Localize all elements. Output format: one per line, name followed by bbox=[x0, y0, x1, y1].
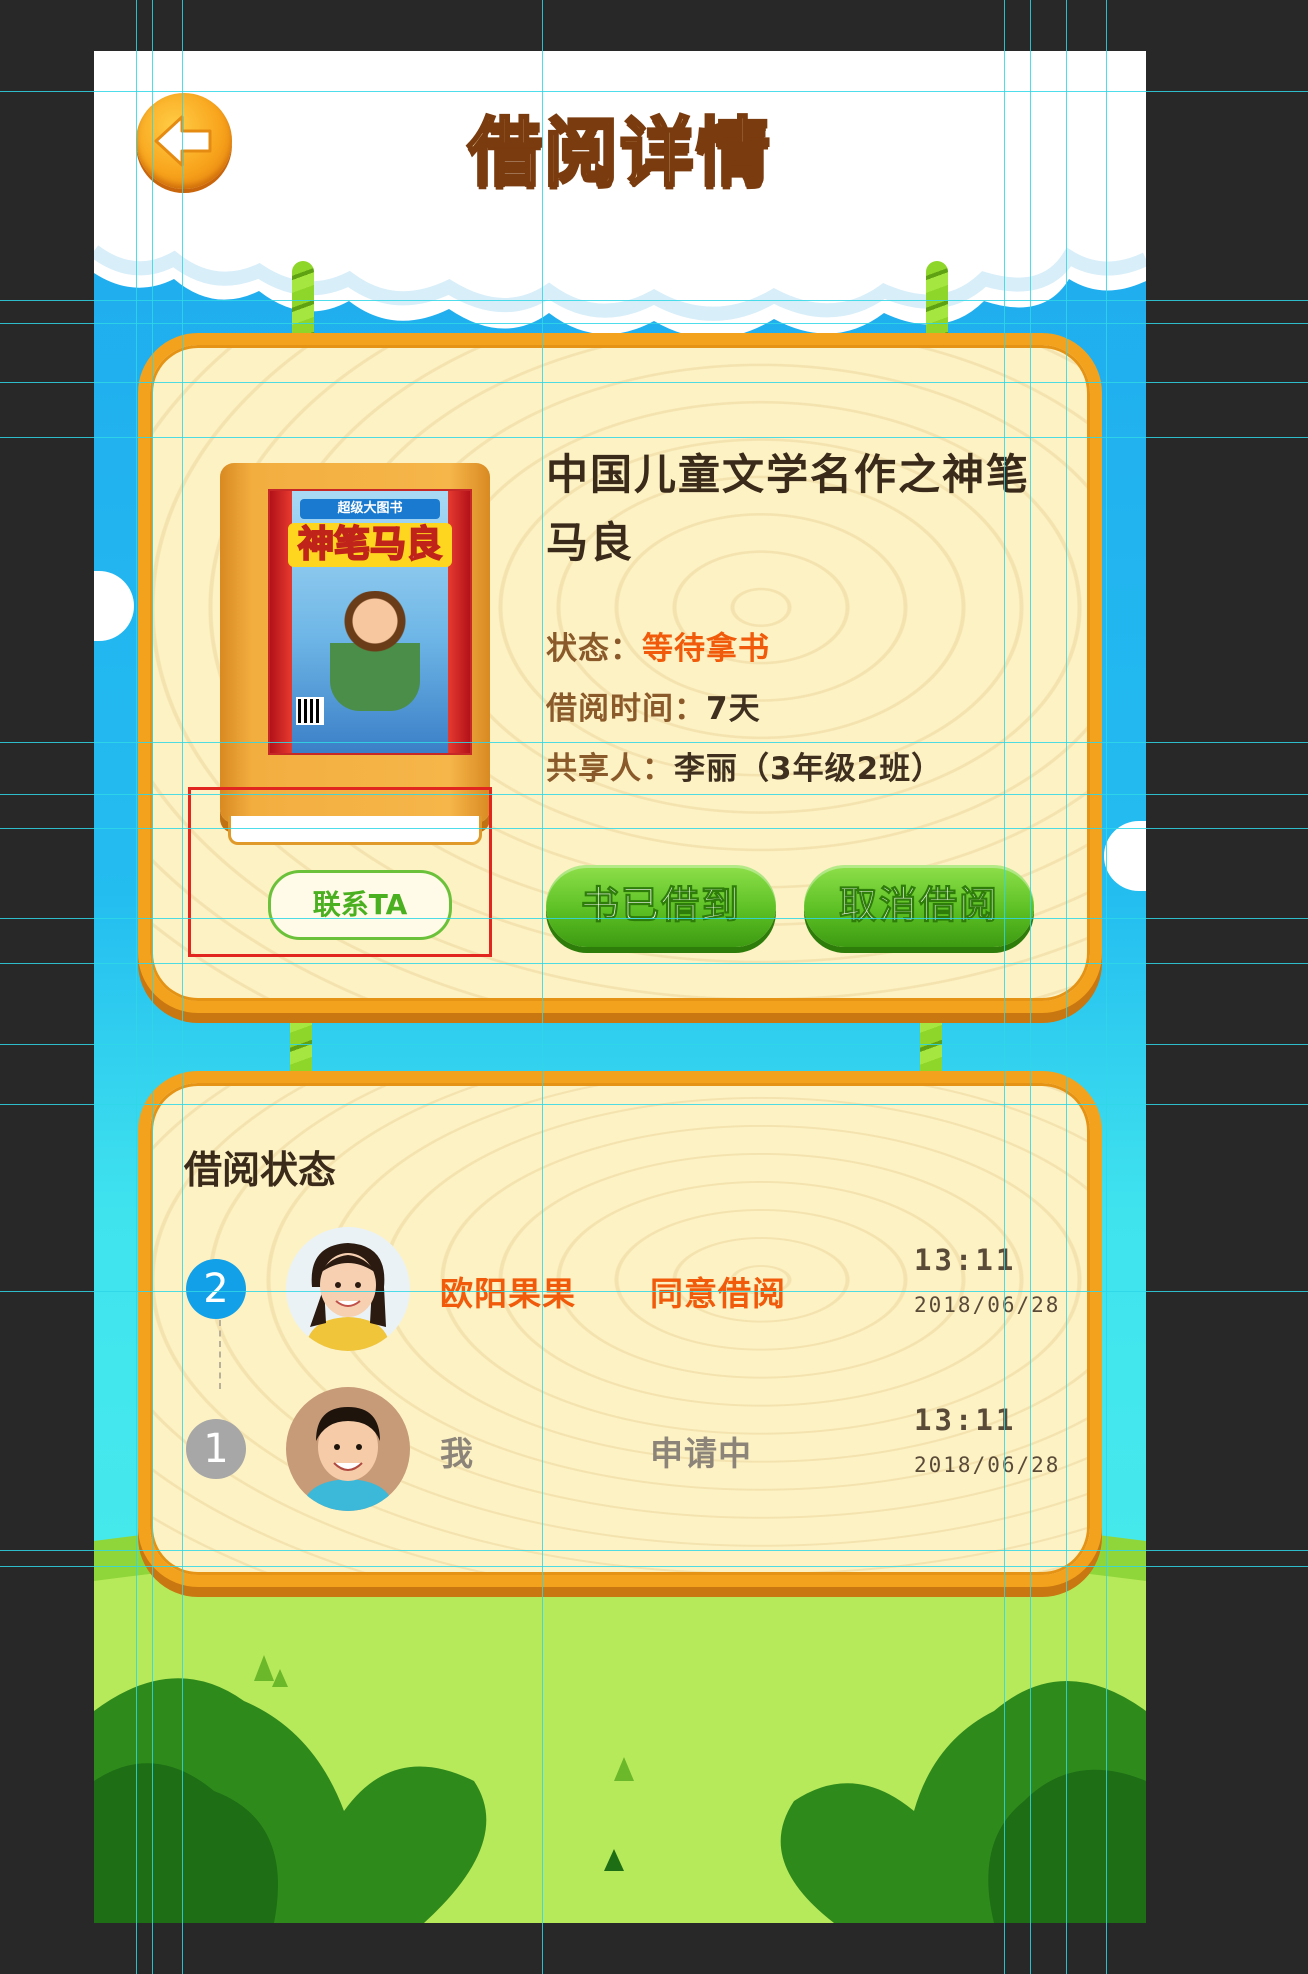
sharer-row: 共享人：李丽（3年级2班） bbox=[546, 743, 943, 788]
selection-highlight-box bbox=[188, 787, 492, 957]
status-record: 2 欧阳果果 同意借阅 13:11 2018/06/28 bbox=[150, 1223, 1090, 1353]
avatar bbox=[286, 1227, 410, 1351]
status-label: 状态： bbox=[546, 631, 642, 667]
cover-title: 神笔马良 bbox=[288, 523, 452, 567]
left-cloud bbox=[94, 571, 134, 641]
borrow-time-label: 借阅时间： bbox=[546, 691, 706, 727]
borrow-status-card: 借阅状态 2 欧阳果果 同意借阅 13:11 2018/06/28 1 我 申请… bbox=[138, 1071, 1102, 1587]
status-record: 1 我 申请中 13:11 2018/06/28 bbox=[150, 1383, 1090, 1513]
record-status: 同意借阅 bbox=[650, 1274, 786, 1313]
book-title: 中国儿童文学名作之神笔马良 bbox=[546, 450, 1031, 567]
phone-screen: 借阅详情 超级大图书 神笔马良 中国儿童文学名作之神笔马良 状态：等待拿书 借阅… bbox=[94, 51, 1146, 1923]
record-name: 我 bbox=[440, 1434, 474, 1473]
cover-series-label: 超级大图书 bbox=[300, 499, 440, 519]
record-date: 2018/06/28 bbox=[914, 1293, 1061, 1317]
page-title: 借阅详情 bbox=[467, 109, 772, 198]
record-status: 申请中 bbox=[650, 1434, 752, 1473]
book-cover-image: 超级大图书 神笔马良 bbox=[268, 489, 472, 755]
sharer-label: 共享人： bbox=[546, 751, 674, 787]
cover-illustration bbox=[330, 591, 420, 711]
qr-code-icon bbox=[296, 697, 324, 725]
step-badge: 2 bbox=[186, 1259, 246, 1319]
book-cover-frame: 超级大图书 神笔马良 bbox=[220, 463, 490, 845]
record-date: 2018/06/28 bbox=[914, 1453, 1061, 1477]
avatar bbox=[286, 1387, 410, 1511]
cancel-borrow-button[interactable]: 取消借阅 bbox=[804, 865, 1034, 947]
borrow-time-row: 借阅时间：7天 bbox=[546, 683, 761, 728]
record-time: 13:11 bbox=[914, 1403, 1017, 1437]
step-badge: 1 bbox=[186, 1419, 246, 1479]
status-value: 等待拿书 bbox=[642, 631, 770, 667]
record-time: 13:11 bbox=[914, 1243, 1017, 1277]
sharer-value: 李丽（3年级2班） bbox=[674, 751, 944, 787]
record-name: 欧阳果果 bbox=[440, 1274, 576, 1313]
borrow-time-value: 7天 bbox=[706, 691, 761, 727]
right-cloud bbox=[1104, 821, 1146, 891]
status-row: 状态：等待拿书 bbox=[546, 623, 770, 668]
section-title: 借阅状态 bbox=[184, 1148, 337, 1192]
book-received-button[interactable]: 书已借到 bbox=[546, 865, 776, 947]
